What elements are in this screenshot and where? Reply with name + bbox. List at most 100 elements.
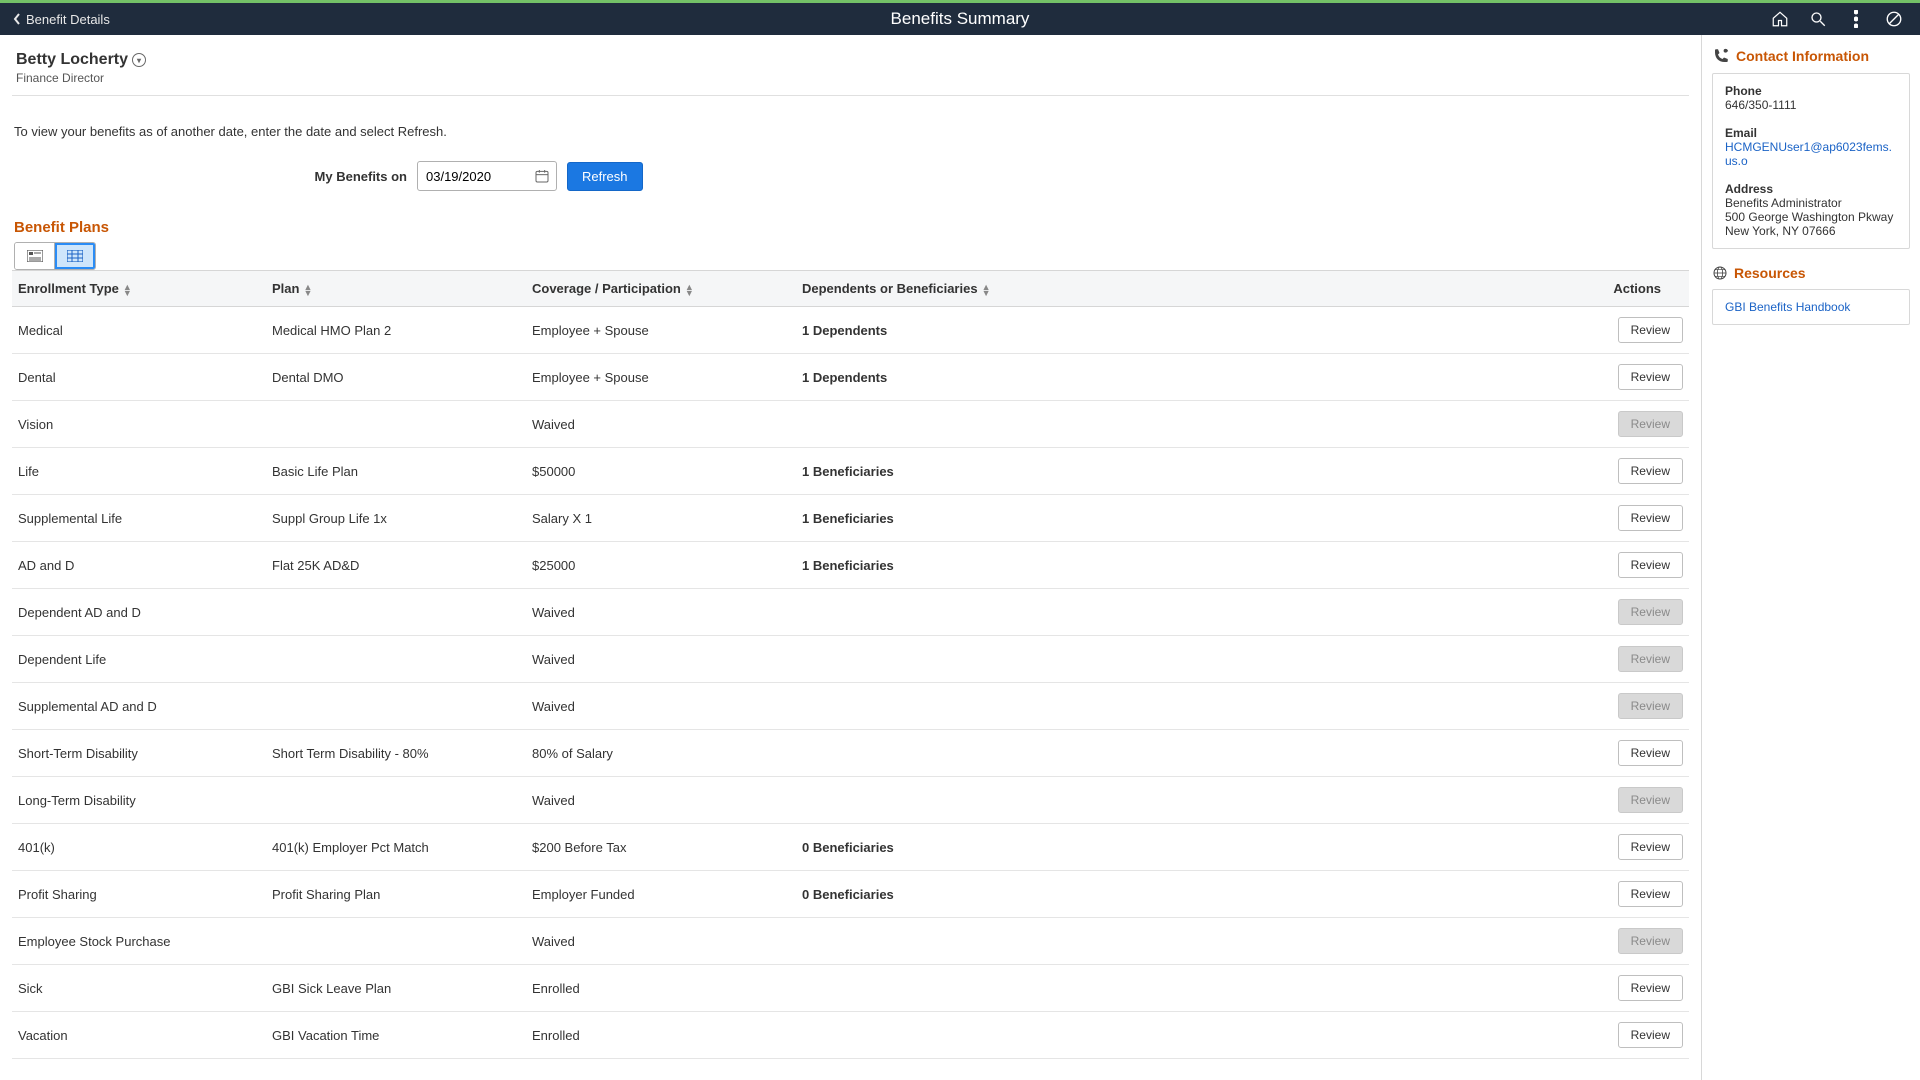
cell-coverage: Waived xyxy=(526,918,796,965)
resources-title: Resources xyxy=(1712,265,1910,281)
email-label: Email xyxy=(1725,126,1897,140)
person-name[interactable]: Betty Locherty ▾ xyxy=(16,51,146,69)
cell-plan xyxy=(266,683,526,730)
cell-actions: Review xyxy=(1056,542,1689,589)
main-content: Betty Locherty ▾ Finance Director To vie… xyxy=(0,35,1702,1080)
cell-plan xyxy=(266,918,526,965)
cell-enrollment: Profit Sharing xyxy=(12,871,266,918)
cell-coverage: Waived xyxy=(526,401,796,448)
review-button[interactable]: Review xyxy=(1618,834,1683,860)
cell-dependents xyxy=(796,683,1056,730)
cell-actions: Review xyxy=(1056,730,1689,777)
table-row: DentalDental DMOEmployee + Spouse1 Depen… xyxy=(12,354,1689,401)
table-row: VacationGBI Vacation TimeEnrolled Review xyxy=(12,1012,1689,1059)
home-icon[interactable] xyxy=(1770,9,1790,29)
review-button[interactable]: Review xyxy=(1618,975,1683,1001)
col-coverage-label: Coverage / Participation xyxy=(532,281,681,296)
cell-coverage: Employee + Spouse xyxy=(526,307,796,354)
page-title: Benefits Summary xyxy=(891,9,1030,29)
cell-plan: Short Term Disability - 80% xyxy=(266,730,526,777)
cell-plan xyxy=(266,589,526,636)
review-button[interactable]: Review xyxy=(1618,740,1683,766)
cell-dependents: 0 Beneficiaries xyxy=(796,824,1056,871)
review-button[interactable]: Review xyxy=(1618,317,1683,343)
dependents-link[interactable]: 1 Dependents xyxy=(802,323,887,338)
cell-plan: Dental DMO xyxy=(266,354,526,401)
review-button[interactable]: Review xyxy=(1618,1022,1683,1048)
cell-enrollment: Life xyxy=(12,448,266,495)
card-view-button[interactable] xyxy=(15,243,55,269)
cell-dependents: 1 Dependents xyxy=(796,307,1056,354)
review-button[interactable]: Review xyxy=(1618,505,1683,531)
search-icon[interactable] xyxy=(1808,9,1828,29)
cell-plan xyxy=(266,401,526,448)
col-enrollment-label: Enrollment Type xyxy=(18,281,119,296)
cell-dependents: 0 Beneficiaries xyxy=(796,871,1056,918)
back-button[interactable]: Benefit Details xyxy=(0,3,122,35)
cell-actions: Review xyxy=(1056,448,1689,495)
table-row: Dependent LifeWaivedReview xyxy=(12,636,1689,683)
address-line2: 500 George Washington Pkway xyxy=(1725,210,1897,224)
col-plan-label: Plan xyxy=(272,281,299,296)
dependents-link[interactable]: 1 Beneficiaries xyxy=(802,464,894,479)
table-row: Supplemental LifeSuppl Group Life 1xSala… xyxy=(12,495,1689,542)
review-button: Review xyxy=(1618,599,1683,625)
block-icon[interactable] xyxy=(1884,9,1904,29)
col-actions-label: Actions xyxy=(1613,281,1661,296)
dependents-link[interactable]: 0 Beneficiaries xyxy=(802,840,894,855)
cell-dependents: 1 Beneficiaries xyxy=(796,495,1056,542)
dependents-link[interactable]: 1 Beneficiaries xyxy=(802,558,894,573)
more-icon[interactable] xyxy=(1846,9,1866,29)
dependents-link[interactable]: 0 Beneficiaries xyxy=(802,887,894,902)
person-title: Finance Director xyxy=(16,71,1689,85)
table-row: Long-Term DisabilityWaivedReview xyxy=(12,777,1689,824)
cell-actions: Review xyxy=(1056,683,1689,730)
cell-plan: Flat 25K AD&D xyxy=(266,542,526,589)
cell-plan xyxy=(266,636,526,683)
cell-actions: Review xyxy=(1056,918,1689,965)
cell-dependents xyxy=(796,777,1056,824)
cell-dependents xyxy=(796,589,1056,636)
email-link[interactable]: HCMGENUser1@ap6023fems.us.o xyxy=(1725,140,1892,168)
cell-actions: Review xyxy=(1056,495,1689,542)
cell-coverage: Enrolled xyxy=(526,1012,796,1059)
col-coverage[interactable]: Coverage / Participation▲▼ xyxy=(526,271,796,307)
table-row: SickGBI Sick Leave PlanEnrolledReview xyxy=(12,965,1689,1012)
review-button[interactable]: Review xyxy=(1618,881,1683,907)
calendar-icon[interactable] xyxy=(528,168,556,184)
table-row: 401(k)401(k) Employer Pct Match$200 Befo… xyxy=(12,824,1689,871)
side-panel: Contact Information Phone 646/350-1111 E… xyxy=(1702,35,1920,1080)
cell-enrollment: Medical xyxy=(12,307,266,354)
grid-view-button[interactable] xyxy=(55,243,95,269)
col-dependents[interactable]: Dependents or Beneficiaries▲▼ xyxy=(796,271,1056,307)
cell-dependents xyxy=(796,1012,1056,1059)
cell-enrollment: AD and D xyxy=(12,542,266,589)
cell-plan xyxy=(266,777,526,824)
benefit-plans-table: Enrollment Type▲▼ Plan ▲▼ Coverage / Part… xyxy=(12,270,1689,1059)
review-button[interactable]: Review xyxy=(1618,552,1683,578)
col-enrollment-type[interactable]: Enrollment Type▲▼ xyxy=(12,271,266,307)
review-button: Review xyxy=(1618,928,1683,954)
resources-box: GBI Benefits Handbook xyxy=(1712,289,1910,325)
resource-link[interactable]: GBI Benefits Handbook xyxy=(1725,300,1850,314)
cell-dependents xyxy=(796,918,1056,965)
cell-enrollment: Employee Stock Purchase xyxy=(12,918,266,965)
review-button[interactable]: Review xyxy=(1618,364,1683,390)
cell-actions: Review xyxy=(1056,636,1689,683)
refresh-button[interactable]: Refresh xyxy=(567,162,643,191)
col-plan[interactable]: Plan ▲▼ xyxy=(266,271,526,307)
sort-icon: ▲▼ xyxy=(303,284,312,296)
review-button[interactable]: Review xyxy=(1618,458,1683,484)
cell-dependents xyxy=(796,636,1056,683)
dependents-link[interactable]: 1 Dependents xyxy=(802,370,887,385)
date-input[interactable] xyxy=(418,169,528,184)
benefit-plans-title: Benefit Plans xyxy=(12,219,1689,236)
cell-enrollment: Vacation xyxy=(12,1012,266,1059)
phone-value: 646/350-1111 xyxy=(1725,98,1897,112)
review-button: Review xyxy=(1618,693,1683,719)
cell-plan: Profit Sharing Plan xyxy=(266,871,526,918)
cell-dependents xyxy=(796,401,1056,448)
dependents-link[interactable]: 1 Beneficiaries xyxy=(802,511,894,526)
cell-plan: GBI Vacation Time xyxy=(266,1012,526,1059)
cell-actions: Review xyxy=(1056,401,1689,448)
